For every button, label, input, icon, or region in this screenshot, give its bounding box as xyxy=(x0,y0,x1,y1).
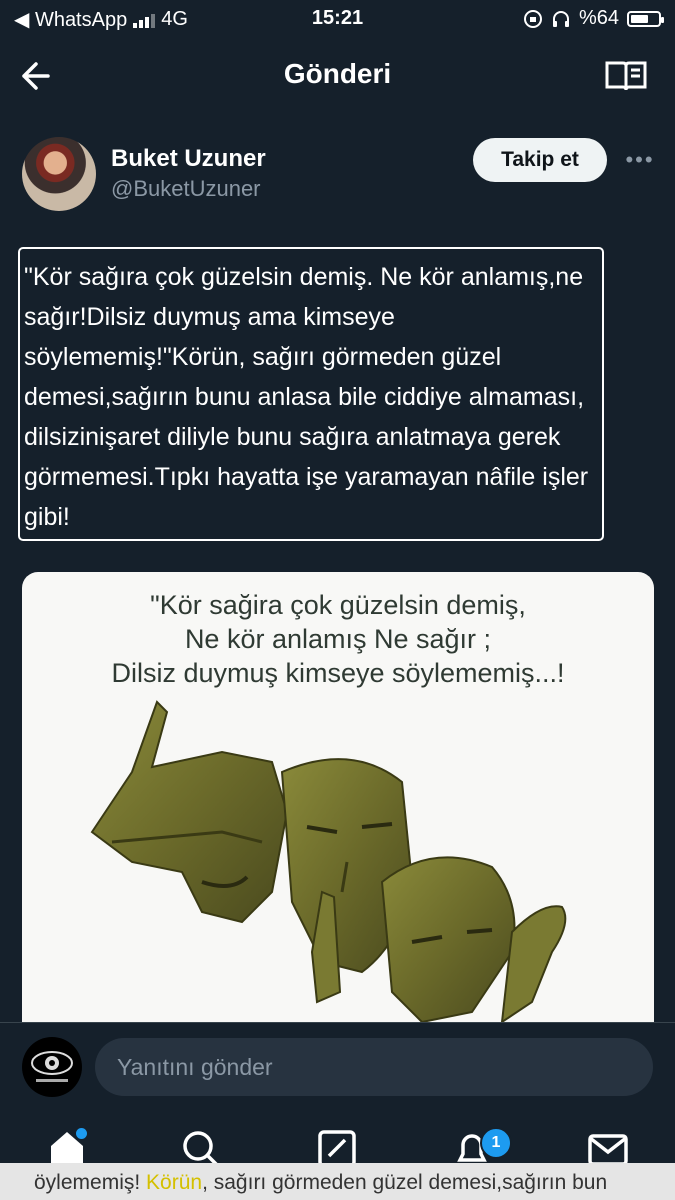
battery-percent: %64 xyxy=(578,7,619,29)
image-caption-line: Ne kör anlamış Ne sağır ; xyxy=(184,624,492,654)
rotation-lock-icon xyxy=(523,9,542,28)
image-caption: "Kör sağira çok güzelsin demiş, Ne kör a… xyxy=(22,588,654,690)
follow-button[interactable]: Takip et xyxy=(473,138,607,182)
battery-icon xyxy=(627,10,664,27)
page-title: Gönderi xyxy=(283,58,392,89)
tweet-image[interactable]: "Kör sağira çok güzelsin demiş, Ne kör a… xyxy=(22,572,654,1032)
image-caption-line: Dilsiz duymuş kimseye söylememiş...! xyxy=(111,658,565,688)
my-avatar[interactable] xyxy=(22,1037,82,1097)
messages-mail-icon[interactable] xyxy=(588,1128,628,1168)
more-options-icon[interactable]: ••• xyxy=(622,142,658,178)
eye-logo-icon xyxy=(31,1051,73,1082)
status-right: %64 xyxy=(523,7,664,30)
tweet-text: "Kör sağıra çok güzelsin demiş. Ne kör a… xyxy=(18,247,604,541)
headphones-icon xyxy=(552,10,569,27)
overlay-text-before: öylememiş! xyxy=(34,1171,147,1194)
image-caption-line: "Kör sağira çok güzelsin demiş, xyxy=(150,590,526,620)
status-bar: ◀ WhatsApp 4G 15:21 %64 xyxy=(0,0,675,36)
author-avatar[interactable] xyxy=(22,137,96,211)
author-handle[interactable]: @BuketUzuner xyxy=(111,176,261,202)
notification-badge: 1 xyxy=(480,1127,512,1159)
overlay-highlight: Körün xyxy=(146,1171,203,1194)
search-icon[interactable] xyxy=(180,1128,220,1168)
screenshot-caption-overlay: öylememiş! Körün, sağırı görmeden güzel … xyxy=(0,1163,675,1200)
reader-mode-icon[interactable] xyxy=(605,60,647,92)
home-unread-dot xyxy=(76,1128,87,1139)
overlay-text-after: , sağırı görmeden güzel demesi,sağırın b… xyxy=(202,1171,608,1194)
author-name[interactable]: Buket Uzuner xyxy=(111,145,266,173)
reply-input[interactable]: Yanıtını gönder xyxy=(95,1038,653,1096)
spaces-icon[interactable] xyxy=(317,1128,357,1168)
three-masks-sculpture xyxy=(90,700,567,1025)
